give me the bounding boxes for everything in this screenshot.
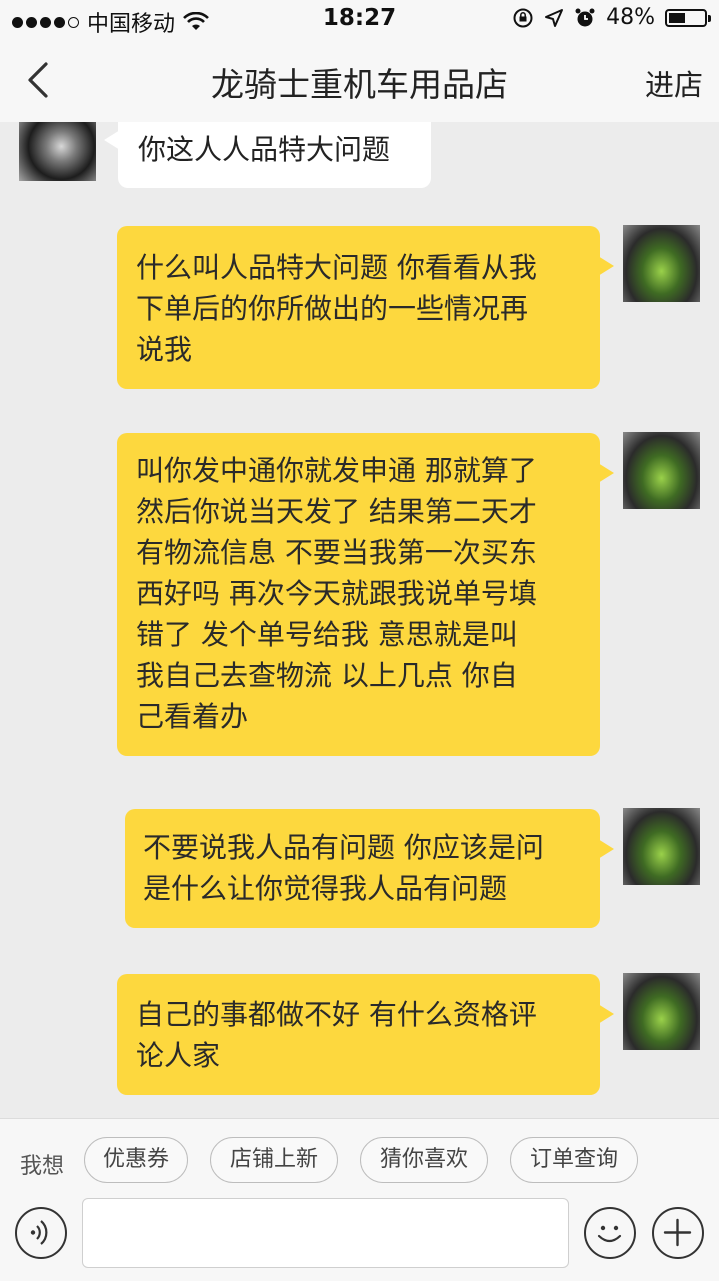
user-avatar[interactable] [623, 225, 700, 302]
location-icon [545, 8, 564, 27]
message-line: 什么叫人品特大问题 你看看从我 [136, 251, 537, 284]
quick-reply-label: 我想 [20, 1154, 65, 1179]
message-bubble[interactable]: 叫你发中通你就发申通 那就算了 然后你说当天发了 结果第二天才 有物流信息 不要… [117, 433, 614, 756]
chip-recommendations[interactable]: 猜你喜欢 [360, 1137, 488, 1183]
chip-new-arrivals[interactable]: 店铺上新 [210, 1137, 338, 1183]
chip-coupon[interactable]: 优惠券 [84, 1137, 188, 1183]
battery-icon [665, 8, 711, 27]
enter-store-button[interactable]: 进店 [645, 62, 703, 104]
bottom-bar: 我想 优惠券 店铺上新 猜你喜欢 订单查询 [0, 1118, 719, 1281]
message-line: 己看着办 [136, 700, 249, 733]
orientation-lock-icon [513, 8, 533, 27]
message-line: 不要说我人品有问题 你应该是问 [143, 831, 544, 864]
status-bar: 中国移动 18:27 48% [0, 0, 719, 40]
user-avatar[interactable] [623, 808, 700, 885]
message-line: 自己的事都做不好 有什么资格评 [136, 998, 537, 1031]
message-line: 错了 发个单号给我 意思就是叫 [136, 618, 518, 651]
voice-icon[interactable] [15, 1207, 67, 1259]
message-line: 是什么让你觉得我人品有问题 [143, 872, 508, 905]
message-bubble[interactable]: 什么叫人品特大问题 你看看从我 下单后的你所做出的一些情况再 说我 [117, 226, 614, 389]
message-line: 下单后的你所做出的一些情况再 [136, 292, 529, 325]
message-line: 然后你说当天发了 结果第二天才 [136, 495, 537, 528]
battery-percent: 48% [606, 5, 655, 30]
plus-icon[interactable] [652, 1207, 704, 1259]
status-right: 48% [512, 5, 711, 30]
message-line: 叫你发中通你就发申通 那就算了 [136, 454, 537, 487]
user-avatar[interactable] [623, 432, 700, 509]
message-bubble[interactable]: 不要说我人品有问题 你应该是问 是什么让你觉得我人品有问题 [125, 809, 614, 928]
chat-area[interactable]: 你这人人品特大问题 什么叫人品特大问题 你看看从我 下单后的你所做出的一些情况再… [0, 122, 719, 1118]
store-avatar[interactable] [19, 122, 96, 181]
emoji-icon[interactable] [584, 1207, 636, 1259]
chip-order-lookup[interactable]: 订单查询 [510, 1137, 638, 1183]
message-line: 论人家 [136, 1039, 221, 1072]
alarm-icon [575, 8, 595, 26]
message-line: 西好吗 再次今天就跟我说单号填 [136, 577, 537, 610]
nav-bar: 龙骑士重机车用品店 进店 [0, 40, 719, 122]
page-title: 龙骑士重机车用品店 [211, 65, 508, 104]
message-line: 我自己去查物流 以上几点 你自 [136, 659, 518, 692]
message-bubble[interactable]: 自己的事都做不好 有什么资格评 论人家 [117, 974, 614, 1095]
message-line: 说我 [136, 333, 193, 366]
message-line: 你这人人品特大问题 [138, 133, 391, 166]
user-avatar[interactable] [623, 973, 700, 1050]
message-bubble[interactable]: 你这人人品特大问题 [104, 122, 431, 188]
message-input[interactable] [82, 1198, 569, 1268]
message-line: 有物流信息 不要当我第一次买东 [136, 536, 537, 569]
